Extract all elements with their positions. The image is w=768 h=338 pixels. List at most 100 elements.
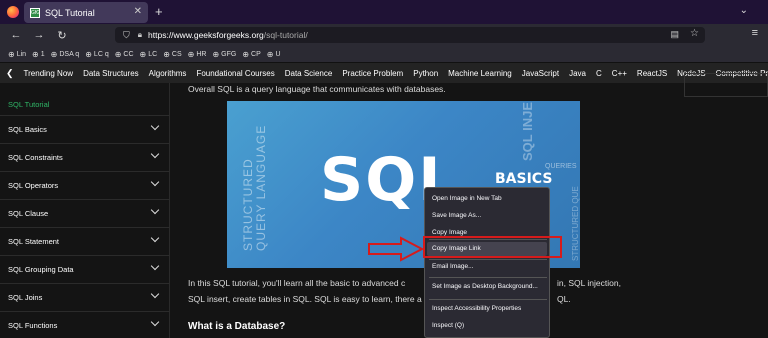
bookmark-label: CC [123,50,134,58]
chevron-down-icon[interactable] [150,289,160,299]
close-tab-icon[interactable]: ✕ [134,6,142,17]
sidebar-item[interactable]: SQL Statement [0,227,170,255]
intro-text: Overall SQL is a query language that com… [188,84,446,94]
topnav-item[interactable]: C++ [612,69,627,78]
sidebar-item[interactable]: SQL Constraints [0,143,170,171]
globe-icon: ⊕ [163,49,170,59]
bookmark-item[interactable]: ⊕ LC [140,50,158,59]
sidebar-item[interactable]: SQL Basics [0,115,170,143]
bookmark-item[interactable]: ⊕ 1 [32,50,45,59]
tab-title: SQL Tutorial [45,7,95,18]
bookmark-item[interactable]: ⊕ DSA q [51,50,80,59]
bookmark-label: LC [148,50,158,58]
menu-separator [429,277,547,278]
sidebar-item[interactable]: SQL Functions [0,311,170,338]
context-menu-item[interactable]: Set Image as Desktop Background... [432,283,538,290]
sidebar-item[interactable]: SQL Grouping Data [0,255,170,283]
globe-icon: ⊕ [212,49,220,59]
topnav-item[interactable]: Foundational Courses [196,69,274,78]
back-icon[interactable]: ← [9,29,23,41]
sidebar-item-label: SQL Constraints [8,153,63,162]
topnav-item[interactable]: Data Science [285,69,333,78]
chevron-down-icon[interactable] [150,177,160,187]
hero-basics-text: BASICS [495,171,553,187]
context-menu-item[interactable]: Open Image in New Tab [432,195,502,202]
topnav-item[interactable]: Data Structures [83,69,139,78]
hamburger-menu-icon[interactable]: ≡ [752,27,758,39]
context-menu: Open Image in New Tab Save Image As... Cop… [424,187,550,338]
hero-injection-text: SQL INJE [520,101,535,161]
chevron-down-icon[interactable] [150,205,160,215]
chevron-down-icon[interactable] [150,261,160,271]
chevron-down-icon[interactable] [150,121,160,131]
menu-separator [429,299,547,300]
annotation-highlight-box [423,236,562,258]
bookmark-label: CS [171,50,182,58]
bookmark-star-icon[interactable]: ☆ [690,28,699,39]
lock-icon[interactable]: 🔒︎ [138,30,142,40]
context-menu-item[interactable]: Copy Image [432,229,467,236]
hero-vertical-text: STRUCTURED QUERY LANGUAGE [241,124,268,251]
chevron-down-icon[interactable] [150,317,160,327]
topnav-item[interactable]: Java [569,69,586,78]
bookmark-label: Lin [16,50,27,58]
bookmark-item[interactable]: ⊕ HR [188,50,207,59]
bookmark-label: 1 [40,50,45,58]
globe-icon: ⊕ [85,49,92,59]
list-all-tabs-icon[interactable]: ⌄ [740,5,748,16]
firefox-icon[interactable] [7,6,19,18]
globe-icon: ⊕ [187,49,195,59]
hero-structured-query-text: STRUCTURED QUE [571,186,580,261]
chevron-down-icon[interactable] [150,233,160,243]
sidebar-item-sql-tutorial[interactable]: SQL Tutorial [8,100,49,109]
sidebar-item[interactable]: SQL Operators [0,171,170,199]
topnav-item[interactable]: Machine Learning [448,69,512,78]
sidebar-item-label: SQL Statement [8,237,59,246]
topnav-item[interactable]: C [596,69,602,78]
url-text[interactable]: https://www.geeksforgeeks.org/sql-tutori… [148,30,308,40]
topnav-item[interactable]: JavaScript [522,69,559,78]
sidebar-item-label: SQL Functions [8,321,58,330]
globe-icon: ⊕ [32,49,39,59]
bookmark-item[interactable]: ⊕ U [267,50,281,59]
tab-sql-tutorial[interactable]: GfG SQL Tutorial ✕ [24,2,148,23]
topnav-item[interactable]: Algorithms [149,69,187,78]
context-menu-item[interactable]: Save Image As... [432,212,481,219]
chevron-down-icon[interactable] [150,149,160,159]
sidebar-item[interactable]: SQL Joins [0,283,170,311]
globe-icon: ⊕ [242,49,250,59]
nav-scroll-left-icon[interactable]: ❮ [6,68,14,79]
new-tab-button[interactable]: + [155,4,163,19]
topnav-item[interactable]: Python [413,69,438,78]
reader-view-icon[interactable]: ▤ [670,29,679,40]
bookmark-item[interactable]: ⊕ CP [242,50,260,59]
bookmark-item[interactable]: ⊕ CC [115,50,134,59]
paragraph-tail: in, SQL injection, QL. [557,278,621,304]
context-menu-item[interactable]: Inspect Accessibility Properties [432,305,521,312]
topnav-item[interactable]: Practice Problem [342,69,403,78]
forward-icon[interactable]: → [32,29,46,41]
sidebar: SQL Tutorial SQL Basics SQL Constraints SQ… [0,83,170,338]
bookmark-item[interactable]: ⊕ CS [163,50,181,59]
context-menu-item[interactable]: Inspect (Q) [432,322,464,329]
topnav-item[interactable]: ReactJS [637,69,667,78]
topnav-item[interactable]: Trending Now [24,69,74,78]
navigation-bar: ← → ↻ ⛉ 🔒︎ https://www.geeksforgeeks.org… [0,24,768,46]
bookmark-label: LC q [93,50,109,58]
context-menu-item[interactable]: Email Image... [432,263,474,270]
bookmark-item[interactable]: ⊕ LC q [85,50,109,59]
bookmark-item[interactable]: ⊕ Lin [8,50,26,59]
sidebar-item-label: SQL Joins [8,293,43,302]
sidebar-item[interactable]: SQL Clause [0,199,170,227]
hero-queries-text: QUERIES [545,163,577,170]
sidebar-item-label: SQL Operators [8,181,59,190]
bookmark-label: U [275,50,281,58]
bookmarks-toolbar: ⊕ Lin ⊕ 1 ⊕ DSA q ⊕ LC q ⊕ CC ⊕ LC ⊕ CS ⊕ HR ⊕ GFG ⊕ CP ⊕ U [0,46,768,63]
shield-icon[interactable]: ⛉ [123,30,130,41]
reload-icon[interactable]: ↻ [55,29,69,42]
bookmark-label: HR [196,50,207,58]
bookmark-item[interactable]: ⊕ GFG [212,50,236,59]
gfg-favicon-icon: GfG [30,7,41,18]
annotation-arrow-icon [368,236,425,262]
url-bar[interactable]: ⛉ 🔒︎ https://www.geeksforgeeks.org/sql-t… [115,27,705,43]
